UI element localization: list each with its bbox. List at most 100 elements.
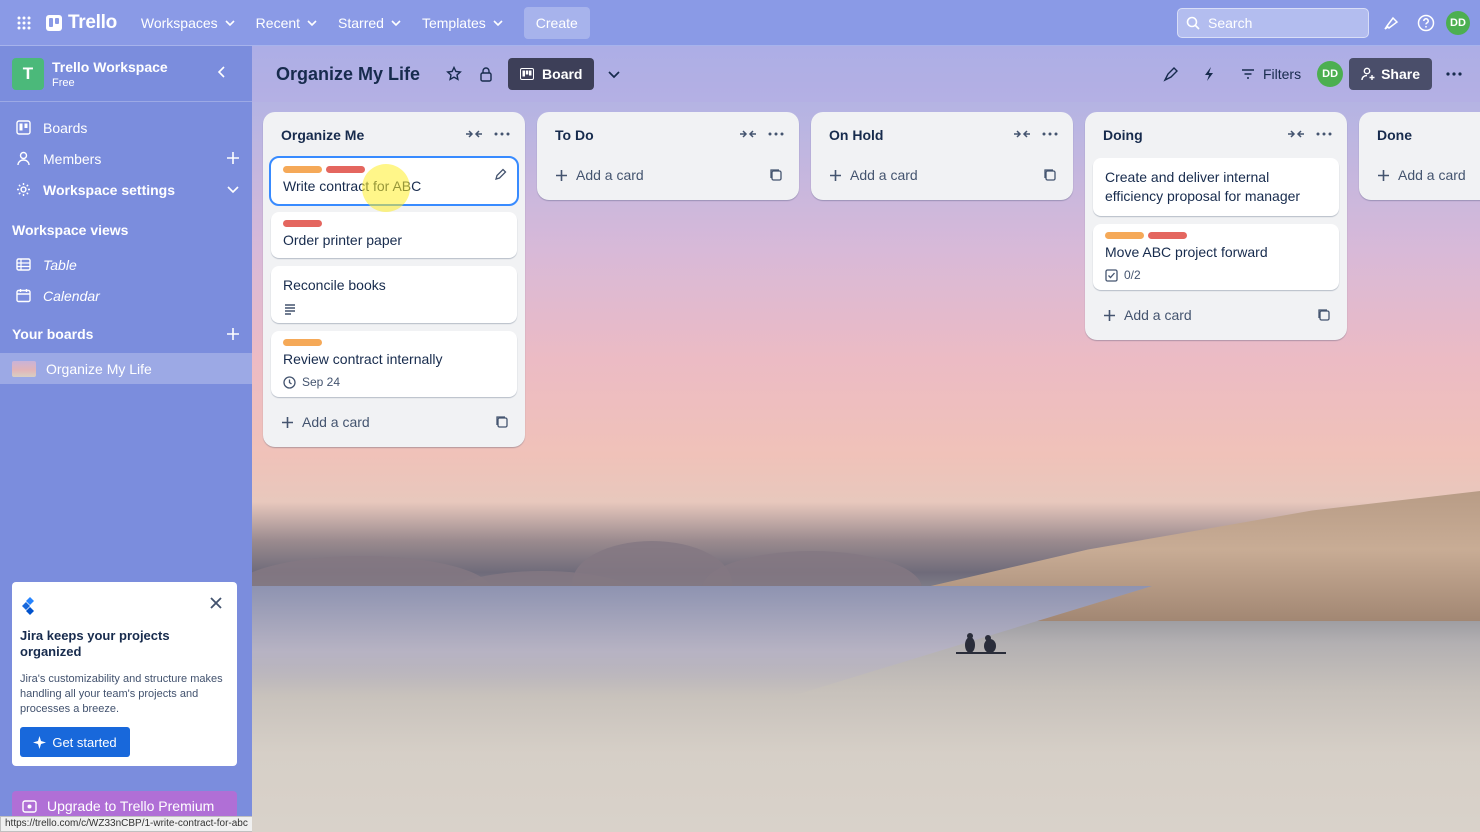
list-on-hold: On Hold Add a card [811, 112, 1073, 200]
promo-title: Jira keeps your projects organized [20, 628, 170, 659]
collapse-sidebar-icon[interactable] [214, 64, 230, 80]
list-menu-icon[interactable] [491, 123, 513, 145]
table-icon [16, 258, 31, 271]
card-template-icon[interactable] [1317, 308, 1331, 322]
card-title: Review contract internally [283, 351, 443, 367]
board-header: Organize My Life Board Filters DD Share [252, 46, 1480, 102]
search-box[interactable] [1177, 8, 1369, 38]
card-order-printer-paper[interactable]: Order printer paper [271, 212, 517, 258]
filters-button[interactable]: Filters [1231, 58, 1311, 90]
more-options-icon[interactable] [1438, 58, 1470, 90]
workspaces-menu[interactable]: Workspaces [131, 7, 246, 39]
board-title[interactable]: Organize My Life [276, 64, 420, 85]
button-label: Add a card [1398, 167, 1466, 183]
card-template-icon[interactable] [769, 168, 783, 182]
list-menu-icon[interactable] [765, 123, 787, 145]
premium-icon [22, 799, 37, 813]
add-person-icon [1361, 67, 1375, 81]
workspace-info: Trello Workspace Free [52, 59, 168, 89]
add-board-icon[interactable] [226, 327, 240, 341]
card-move-abc-project[interactable]: Move ABC project forward 0/2 [1093, 224, 1339, 290]
card-title: Reconcile books [283, 277, 386, 293]
plus-icon [830, 169, 841, 181]
list-header[interactable]: Doing [1093, 112, 1339, 158]
close-icon[interactable] [209, 596, 223, 610]
card-labels [283, 166, 505, 173]
board-member-avatar[interactable]: DD [1317, 61, 1344, 87]
collapse-list-icon[interactable] [1011, 123, 1033, 145]
plus-icon [282, 416, 293, 428]
board-view-button[interactable]: Board [508, 58, 595, 90]
help-icon[interactable] [1412, 9, 1440, 37]
plus-icon [556, 169, 567, 181]
trello-logo[interactable]: Trello [46, 12, 117, 34]
list-header[interactable]: Done [1367, 112, 1480, 158]
starred-menu[interactable]: Starred [328, 7, 412, 39]
automation-icon[interactable] [1193, 58, 1225, 90]
collapse-list-icon[interactable] [737, 123, 759, 145]
chevron-down-icon [391, 19, 401, 26]
add-card-button[interactable]: Add a card [819, 158, 1065, 192]
workspace-views-heading: Workspace views [12, 222, 129, 238]
collapse-list-icon[interactable] [1285, 123, 1307, 145]
add-card-button[interactable]: Add a card [545, 158, 791, 192]
sidebar-board-organize-my-life[interactable]: Organize My Life [0, 353, 252, 384]
card-review-contract[interactable]: Review contract internally Sep 24 [271, 331, 517, 397]
search-input[interactable] [1208, 15, 1358, 31]
chevron-down-icon[interactable] [226, 182, 240, 196]
notifications-icon[interactable] [1378, 9, 1406, 37]
share-button[interactable]: Share [1349, 58, 1432, 90]
sidebar-item-calendar[interactable]: Calendar [0, 280, 252, 311]
due-date: Sep 24 [302, 375, 341, 389]
gear-icon [17, 183, 30, 196]
label-orange [283, 339, 322, 346]
add-card-button[interactable]: Add a card [271, 405, 517, 439]
background-people [956, 633, 1006, 654]
filter-icon [1241, 69, 1254, 79]
checklist-icon [1105, 268, 1118, 282]
collapse-list-icon[interactable] [463, 123, 485, 145]
create-button[interactable]: Create [523, 6, 590, 39]
sidebar-item-boards[interactable]: Boards [0, 112, 252, 143]
sidebar-item-table[interactable]: Table [0, 249, 252, 280]
lock-icon[interactable] [470, 58, 502, 90]
list-header[interactable]: To Do [545, 112, 791, 158]
sidebar-item-label: Workspace settings [43, 181, 176, 198]
card-title: Move ABC project forward [1105, 244, 1268, 260]
chevron-down-icon [493, 19, 503, 26]
button-label: Board [542, 66, 583, 82]
card-reconcile-books[interactable]: Reconcile books [271, 266, 517, 323]
chevron-down-icon [307, 19, 317, 26]
card-badges: 0/2 [1105, 268, 1327, 282]
view-switcher-chevron-icon[interactable] [598, 58, 630, 90]
pencil-icon[interactable] [494, 168, 507, 181]
recent-menu[interactable]: Recent [246, 7, 328, 39]
star-icon[interactable] [438, 58, 470, 90]
board-thumbnail [12, 360, 36, 377]
templates-menu[interactable]: Templates [412, 7, 514, 39]
card-labels [283, 339, 505, 346]
card-write-contract[interactable]: Write contract for ABC [269, 156, 519, 206]
add-member-icon[interactable] [226, 151, 240, 165]
power-ups-icon[interactable] [1155, 58, 1187, 90]
status-bar-url: https://trello.com/c/WZ33nCBP/1-write-co… [0, 816, 253, 832]
add-card-button[interactable]: Add a card [1367, 158, 1480, 192]
card-efficiency-proposal[interactable]: Create and deliver internal efficiency p… [1093, 158, 1339, 216]
board-view-icon [520, 68, 535, 80]
list-header[interactable]: Organize Me [271, 112, 517, 158]
workspace-logo: T [12, 57, 44, 90]
add-card-button[interactable]: Add a card [1093, 298, 1339, 332]
list-organize-me: Organize Me Write contract for ABC Order… [263, 112, 525, 447]
jira-promo-panel: Jira keeps your projects organized Jira'… [12, 582, 237, 766]
card-template-icon[interactable] [1043, 168, 1057, 182]
get-started-button[interactable]: Get started [20, 727, 130, 757]
sidebar-item-settings[interactable]: Workspace settings [0, 174, 252, 205]
user-avatar[interactable]: DD [1446, 11, 1470, 35]
sidebar-item-members[interactable]: Members [0, 143, 252, 174]
search-icon [1186, 16, 1200, 30]
list-header[interactable]: On Hold [819, 112, 1065, 158]
list-menu-icon[interactable] [1313, 123, 1335, 145]
app-switcher-icon[interactable] [10, 9, 38, 37]
card-template-icon[interactable] [495, 415, 509, 429]
list-menu-icon[interactable] [1039, 123, 1061, 145]
